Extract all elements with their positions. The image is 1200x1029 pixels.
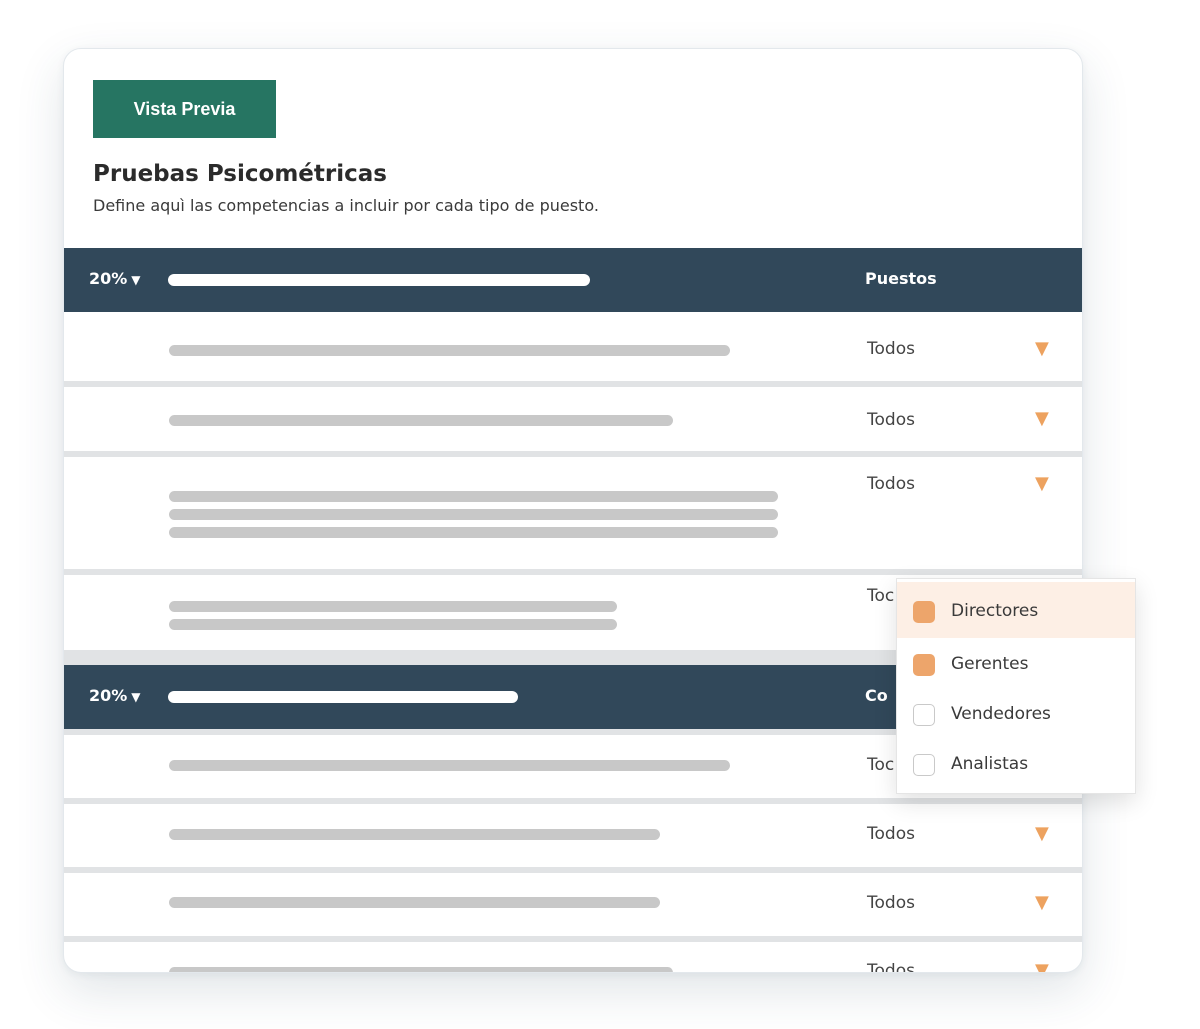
caret-down-icon[interactable]: ▼ [1035,408,1049,429]
positions-dropdown-menu: Directores Gerentes Vendedores Analistas [896,578,1136,794]
row-position-select[interactable]: Toc [867,586,894,606]
competency-text-placeholder [169,527,778,538]
page-subtitle: Define aquì las competencias a incluir p… [93,196,599,215]
checkbox-unchecked-icon[interactable] [913,754,935,776]
column-header-partial: Co [865,686,888,705]
competency-text-placeholder [169,491,778,502]
caret-down-icon[interactable]: ▼ [1035,823,1049,844]
group-title-placeholder [168,274,590,286]
option-label: Gerentes [951,654,1029,674]
competency-text-placeholder [169,967,673,972]
row-position-select[interactable]: Todos [867,893,915,913]
row-position-select[interactable]: Todos [867,824,915,844]
dropdown-option-vendedores[interactable]: Vendedores [897,685,1135,741]
competency-text-placeholder [169,415,673,426]
caret-down-icon: ▼ [131,273,141,287]
competency-text-placeholder [169,760,730,771]
row-position-select[interactable]: Todos [867,474,915,494]
competency-text-placeholder [169,829,660,840]
row-position-select[interactable]: Todos [867,410,915,430]
dropdown-option-gerentes[interactable]: Gerentes [897,635,1135,691]
row-divider [64,569,1082,575]
page-title: Pruebas Psicométricas [93,161,387,187]
group-title-placeholder [168,691,518,703]
checkbox-checked-icon[interactable] [913,601,935,623]
competency-text-placeholder [169,897,660,908]
checkbox-checked-icon[interactable] [913,654,935,676]
psychometric-tests-card: Vista Previa Pruebas Psicométricas Defin… [63,48,1083,973]
competency-text-placeholder [169,601,617,612]
competency-text-placeholder [169,619,617,630]
caret-down-icon[interactable]: ▼ [1035,473,1049,494]
group-percent-dropdown[interactable]: 20% ▼ [89,686,141,705]
column-header-positions: Puestos [865,269,937,288]
group-percent-value: 20% [89,686,128,705]
option-label: Analistas [951,754,1029,774]
row-position-select[interactable]: Todos [867,339,915,359]
caret-down-icon[interactable]: ▼ [1035,892,1049,913]
option-label: Vendedores [951,704,1051,724]
caret-down-icon[interactable]: ▼ [1035,338,1049,359]
row-divider [64,798,1082,804]
row-position-select[interactable]: Toc [867,755,894,775]
row-divider [64,936,1082,942]
row-divider [64,867,1082,873]
competency-text-placeholder [169,509,778,520]
group-percent-dropdown[interactable]: 20% ▼ [89,269,141,288]
option-label: Directores [951,601,1039,621]
group-percent-value: 20% [89,269,128,288]
row-divider [64,381,1082,387]
preview-button[interactable]: Vista Previa [93,80,276,138]
caret-down-icon: ▼ [131,690,141,704]
row-divider [64,451,1082,457]
caret-down-icon[interactable]: ▼ [1035,960,1049,972]
dropdown-option-directores[interactable]: Directores [897,582,1135,638]
checkbox-unchecked-icon[interactable] [913,704,935,726]
row-position-select[interactable]: Todos [867,961,915,972]
dropdown-option-analistas[interactable]: Analistas [897,735,1135,791]
competency-text-placeholder [169,345,730,356]
group-header-1: 20% ▼ Puestos [64,248,1082,312]
